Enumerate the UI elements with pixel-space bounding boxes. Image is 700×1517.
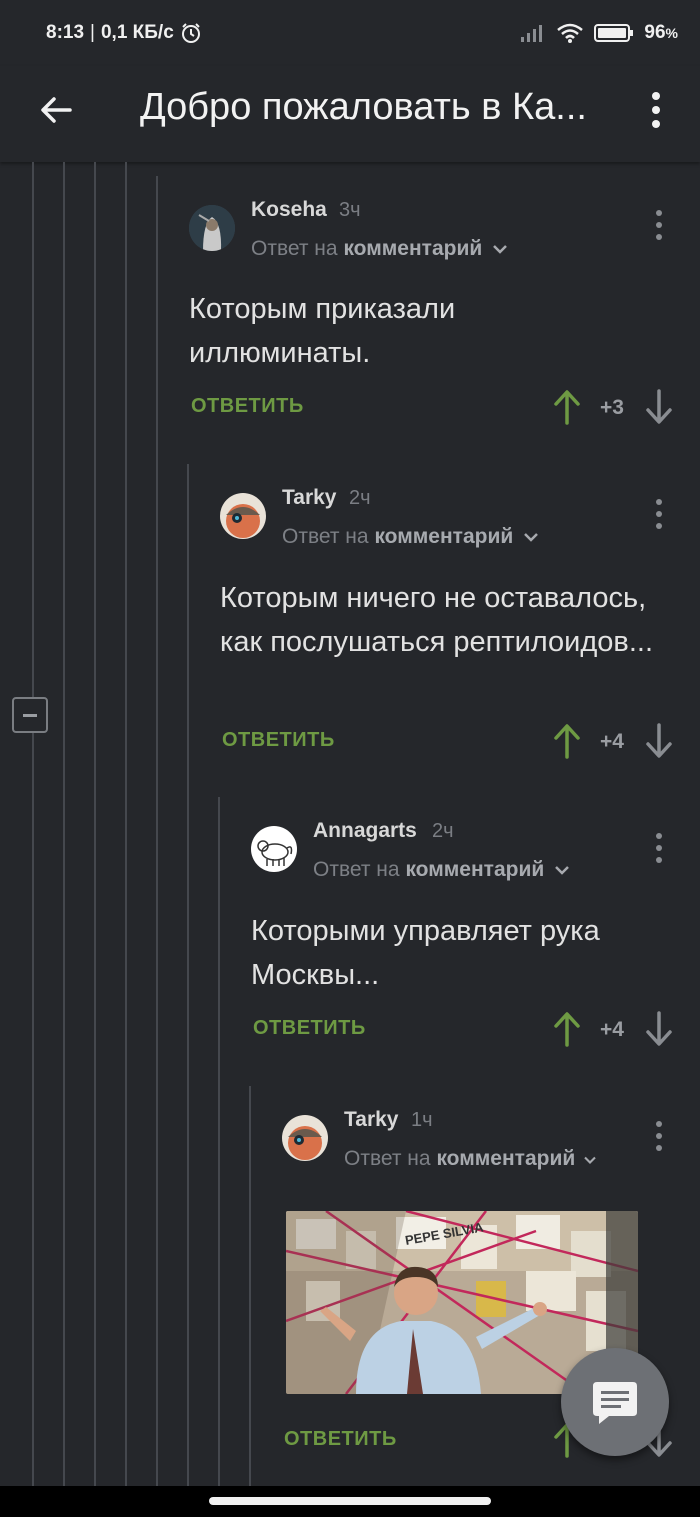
comment-time: 1ч [411,1109,433,1131]
wifi-icon [557,23,584,43]
upvote-arrow-icon[interactable] [552,721,582,761]
status-right: 96% [520,22,678,44]
reply-button[interactable]: ОТВЕТИТЬ [191,395,304,418]
comment-menu-icon[interactable] [649,831,669,865]
comment-text: Которым приказали иллюминаты. [189,293,456,369]
comment-author[interactable]: Koseha [251,198,327,222]
avatar-image [251,826,297,872]
comment-time: 2ч [432,820,454,842]
avatar[interactable] [189,205,235,251]
system-nav-bar [0,1486,700,1517]
upvote-arrow-icon[interactable] [552,1009,582,1049]
comment-author[interactable]: Tarky [282,486,336,510]
battery-icon [594,24,634,42]
comment-text: Которыми управляет рука Москвы... [251,915,600,991]
downvote-arrow-icon[interactable] [644,387,674,427]
thread-line-4 [125,162,127,1486]
avatar[interactable] [251,826,297,872]
alarm-icon [181,23,200,43]
battery-unit: % [665,25,678,41]
comment-author[interactable]: Tarky [344,1108,398,1132]
thread-line-6 [187,464,189,1486]
comment-menu-icon[interactable] [649,208,669,242]
write-comment-button[interactable] [561,1348,669,1456]
reply-to-link[interactable]: Ответ на комментарий [344,1147,597,1171]
reply-to-target: комментарий [374,525,514,548]
avatar[interactable] [282,1115,328,1161]
thread-line-7 [218,797,220,1486]
thread-line-1 [32,162,34,697]
avatar-image [220,493,266,539]
reply-to-link[interactable]: Ответ на комментарий [251,237,508,261]
thread-line-8 [249,1086,251,1486]
reply-to-link[interactable]: Ответ на комментарий [282,525,539,549]
thread-line-5 [156,176,158,1486]
comment-score: +4 [600,1018,624,1041]
comment-time: 3ч [339,199,361,221]
comment-icon [593,1382,637,1424]
status-left: 8:13 | 0,1 КБ/с [46,22,202,44]
comment-menu-icon[interactable] [649,497,669,531]
reply-to-link[interactable]: Ответ на комментарий [313,858,570,882]
reply-to-prefix: Ответ на [344,1147,431,1170]
reply-button[interactable]: ОТВЕТИТЬ [222,729,335,752]
downvote-arrow-icon[interactable] [644,1009,674,1049]
status-speed: 0,1 КБ/с [100,22,174,43]
app-header: Добро пожаловать в Ка... [0,66,700,162]
page-title: Добро пожаловать в Ка... [140,86,587,128]
reply-to-prefix: Ответ на [251,237,338,260]
reply-button[interactable]: ОТВЕТИТЬ [284,1428,397,1451]
upvote-arrow-icon[interactable] [552,387,582,427]
signal-icon [521,25,543,42]
reply-to-target: комментарий [343,237,483,260]
reply-button[interactable]: ОТВЕТИТЬ [253,1017,366,1040]
collapse-thread-button[interactable] [12,697,48,733]
chevron-down-icon [555,866,569,875]
avatar-image [189,205,235,251]
avatar-image [282,1115,328,1161]
reply-to-target: комментарий [436,1147,576,1170]
chevron-down-icon [584,1156,596,1164]
home-gesture-bar[interactable] [209,1497,491,1505]
reply-to-prefix: Ответ на [282,525,369,548]
downvote-arrow-icon[interactable] [644,721,674,761]
more-vert-icon[interactable] [638,88,674,132]
comment-menu-icon[interactable] [649,1119,669,1153]
reply-to-prefix: Ответ на [313,858,400,881]
thread-line-3 [94,162,96,1486]
comment-score: +4 [600,730,624,753]
comment-time: 2ч [349,487,371,509]
status-time: 8:13 [46,22,85,43]
status-separator: | [90,22,95,43]
comment-score: +3 [600,396,624,419]
chevron-down-icon [524,533,538,542]
battery-value: 96 [644,22,666,43]
avatar[interactable] [220,493,266,539]
status-bar: 8:13 | 0,1 КБ/с 96% [0,0,700,66]
reply-to-target: комментарий [405,858,545,881]
back-arrow-icon[interactable] [34,88,78,132]
thread-line-2 [63,162,65,1486]
thread-line-1b [32,733,34,1486]
comment-text: Которым ничего не оставалось, как послуш… [220,582,654,658]
chevron-down-icon [493,245,507,254]
comment-author[interactable]: Annagarts [313,819,417,843]
battery-level: 96% [644,22,678,44]
